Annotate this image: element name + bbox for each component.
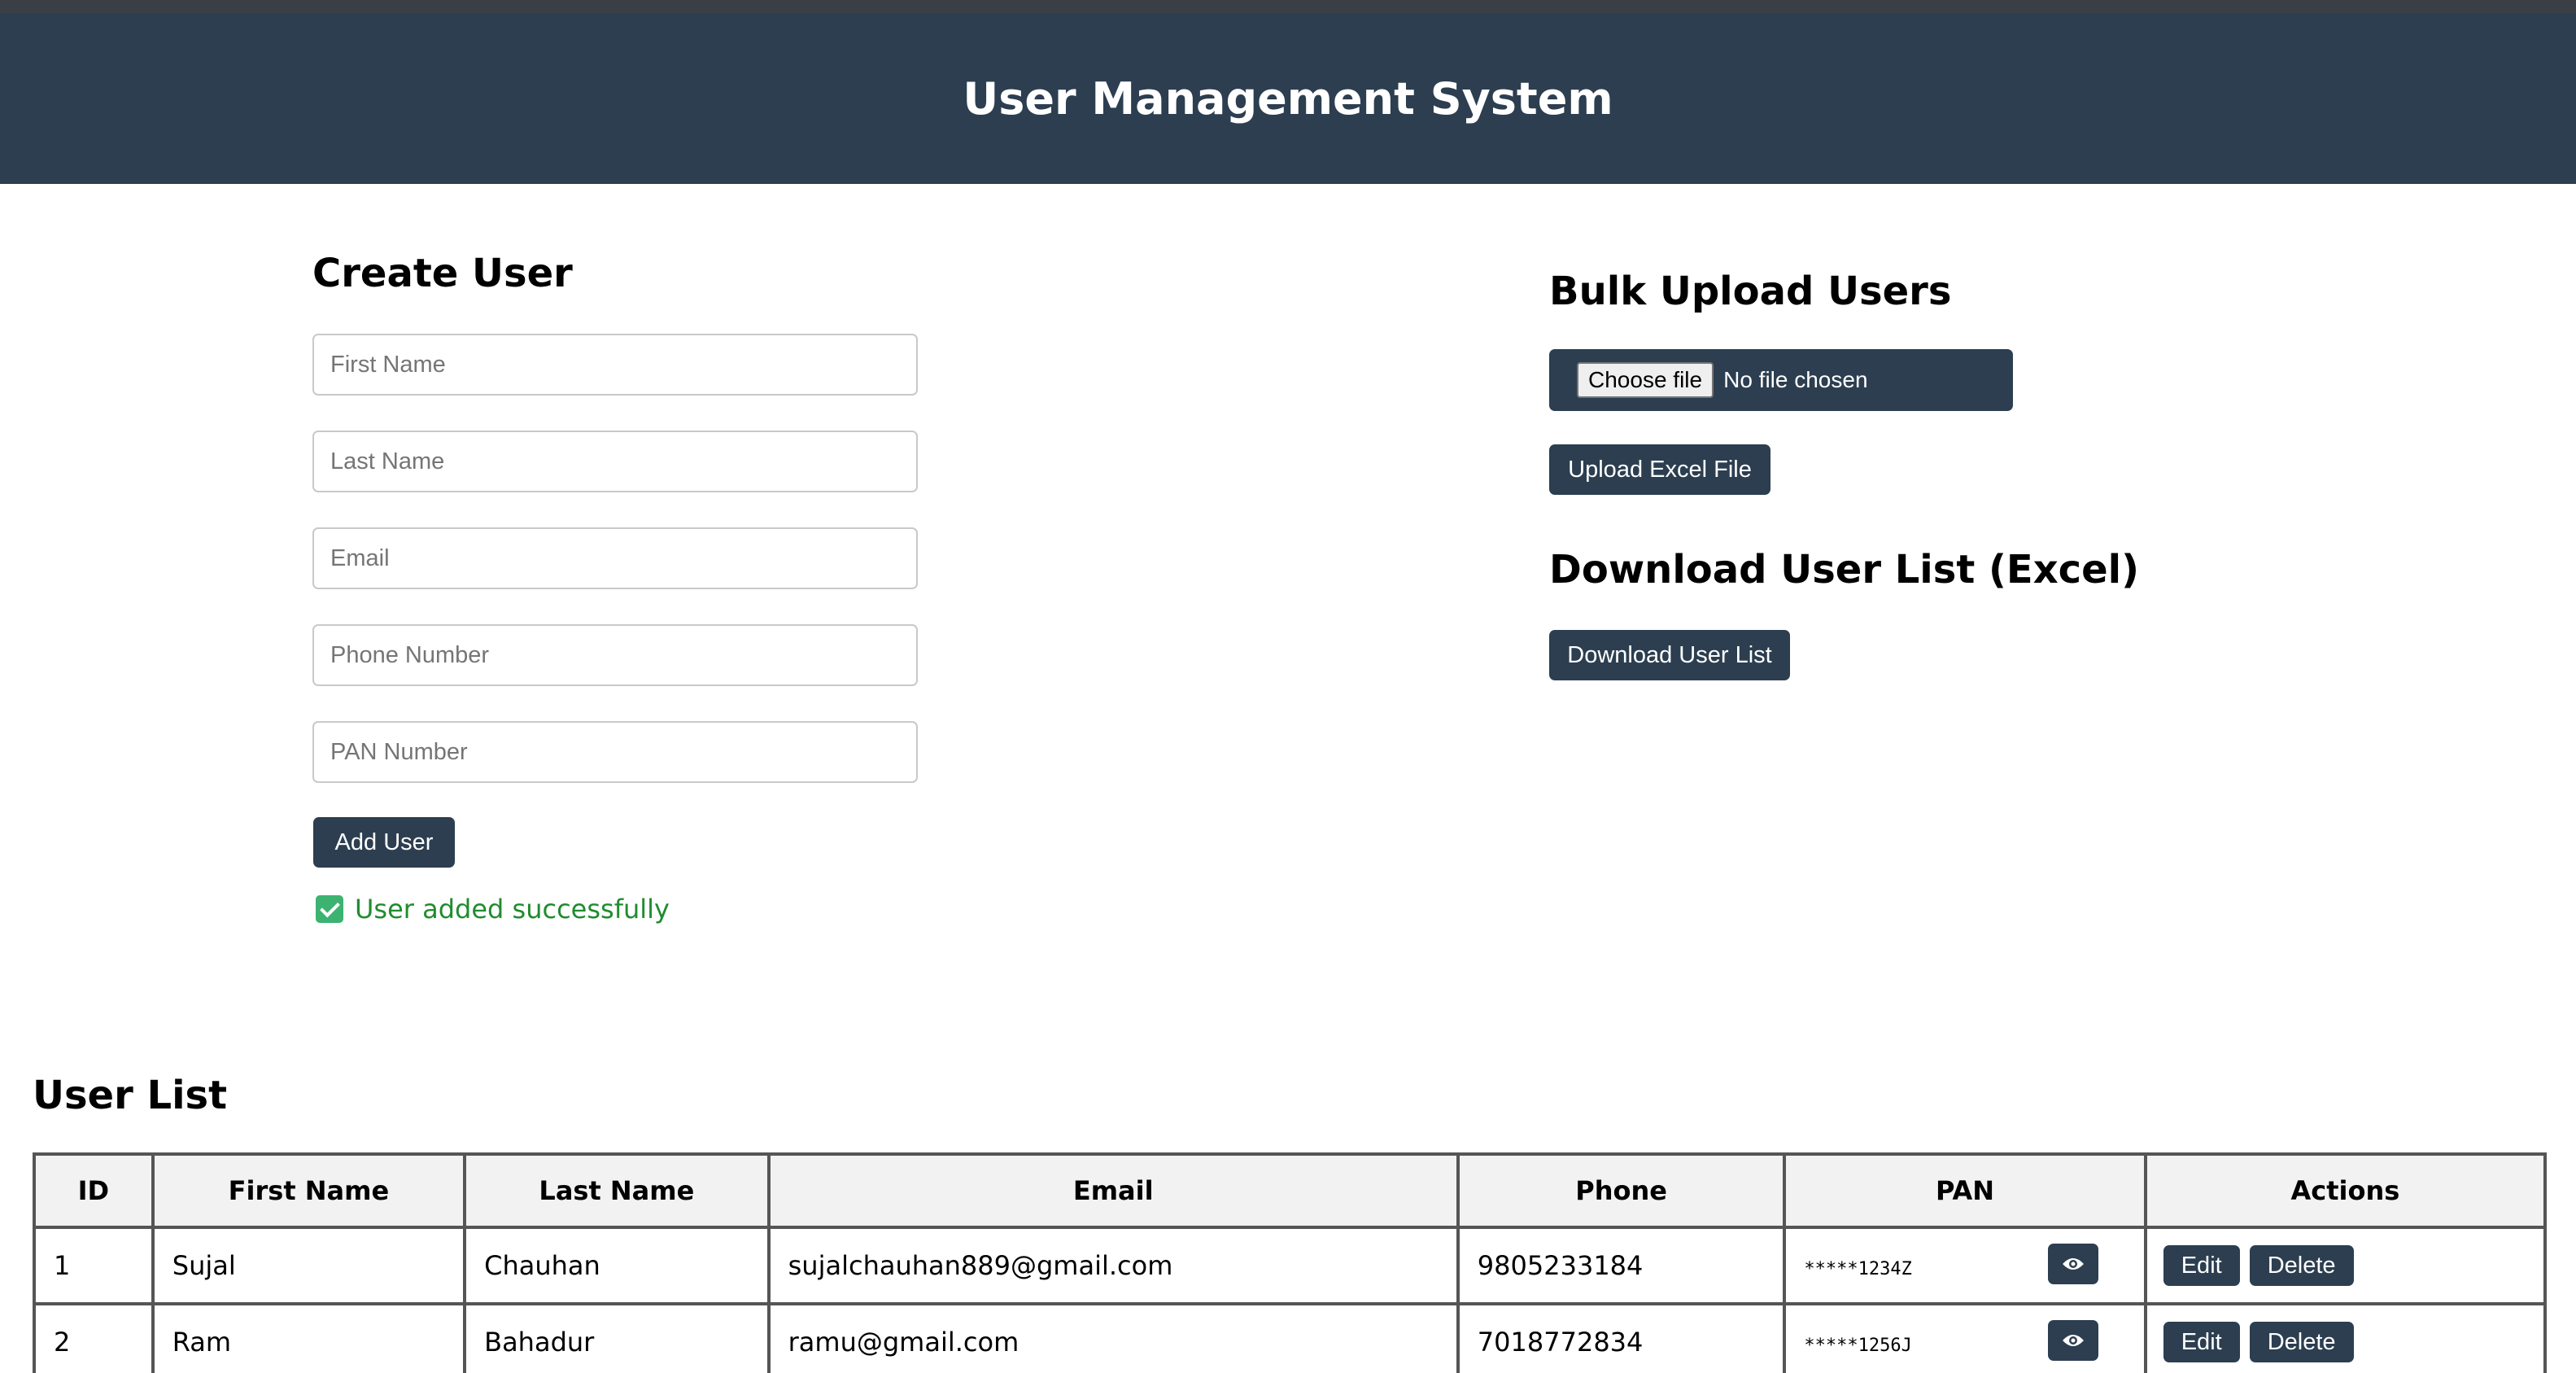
column-header: Actions [2143, 1152, 2548, 1229]
user-table: ID First Name Last Name Email Phone PAN … [33, 1152, 2548, 1373]
status-text: User added successfully [355, 894, 670, 925]
cell-actions: Edit Delete [2143, 1226, 2548, 1305]
status-message: User added successfully [316, 894, 670, 925]
column-header: Phone [1456, 1152, 1787, 1229]
delete-button[interactable]: Delete [2249, 1245, 2354, 1286]
cell-email: sujalchauhan889@gmail.com [766, 1226, 1460, 1305]
phone-field[interactable] [312, 624, 918, 686]
cell-last-name: Chauhan [463, 1226, 771, 1305]
file-input[interactable]: Choose file No file chosen [1549, 349, 2013, 411]
column-header: First Name [151, 1152, 467, 1229]
window-top-bar [0, 0, 2576, 13]
download-user-list-button[interactable]: Download User List [1549, 630, 1790, 680]
cell-pan: *****1256J [1783, 1302, 2147, 1373]
cell-last-name: Bahadur [463, 1302, 771, 1373]
choose-file-button[interactable]: Choose file [1577, 362, 1714, 398]
table-header-row: ID First Name Last Name Email Phone PAN … [33, 1152, 2548, 1229]
pan-value: *****1234Z [1804, 1259, 1912, 1279]
toggle-pan-button[interactable] [2047, 1320, 2098, 1361]
user-list-heading: User List [33, 1073, 228, 1118]
bulk-upload-heading: Bulk Upload Users [1549, 269, 1952, 314]
column-header: ID [33, 1152, 155, 1229]
cell-phone: 9805233184 [1456, 1226, 1787, 1305]
app-title: User Management System [963, 72, 1613, 125]
cell-first-name: Sujal [151, 1226, 467, 1305]
cell-id: 2 [33, 1302, 155, 1373]
cell-pan: *****1234Z [1783, 1226, 2147, 1305]
upload-excel-button[interactable]: Upload Excel File [1549, 444, 1770, 495]
table-row: 2 Ram Bahadur ramu@gmail.com 7018772834 … [33, 1302, 2548, 1373]
download-heading: Download User List (Excel) [1549, 547, 2140, 592]
pan-value: *****1256J [1804, 1336, 1912, 1356]
pan-field[interactable] [312, 721, 918, 783]
cell-actions: Edit Delete [2143, 1302, 2548, 1373]
file-status: No file chosen [1723, 367, 1868, 392]
app-header: User Management System [0, 13, 2576, 184]
add-user-button[interactable]: Add User [313, 817, 455, 868]
delete-button[interactable]: Delete [2249, 1322, 2354, 1362]
email-field[interactable] [312, 527, 918, 589]
cell-id: 1 [33, 1226, 155, 1305]
last-name-field[interactable] [312, 431, 918, 492]
column-header: Last Name [463, 1152, 771, 1229]
checkmark-icon [316, 895, 343, 923]
column-header: PAN [1783, 1152, 2147, 1229]
eye-icon [2062, 1258, 2084, 1270]
edit-button[interactable]: Edit [2163, 1322, 2240, 1362]
cell-email: ramu@gmail.com [766, 1302, 1460, 1373]
cell-first-name: Ram [151, 1302, 467, 1373]
create-user-heading: Create User [312, 251, 573, 296]
toggle-pan-button[interactable] [2047, 1244, 2098, 1284]
column-header: Email [766, 1152, 1460, 1229]
cell-phone: 7018772834 [1456, 1302, 1787, 1373]
table-row: 1 Sujal Chauhan sujalchauhan889@gmail.co… [33, 1226, 2548, 1305]
eye-icon [2062, 1335, 2084, 1346]
edit-button[interactable]: Edit [2163, 1245, 2240, 1286]
first-name-field[interactable] [312, 334, 918, 396]
